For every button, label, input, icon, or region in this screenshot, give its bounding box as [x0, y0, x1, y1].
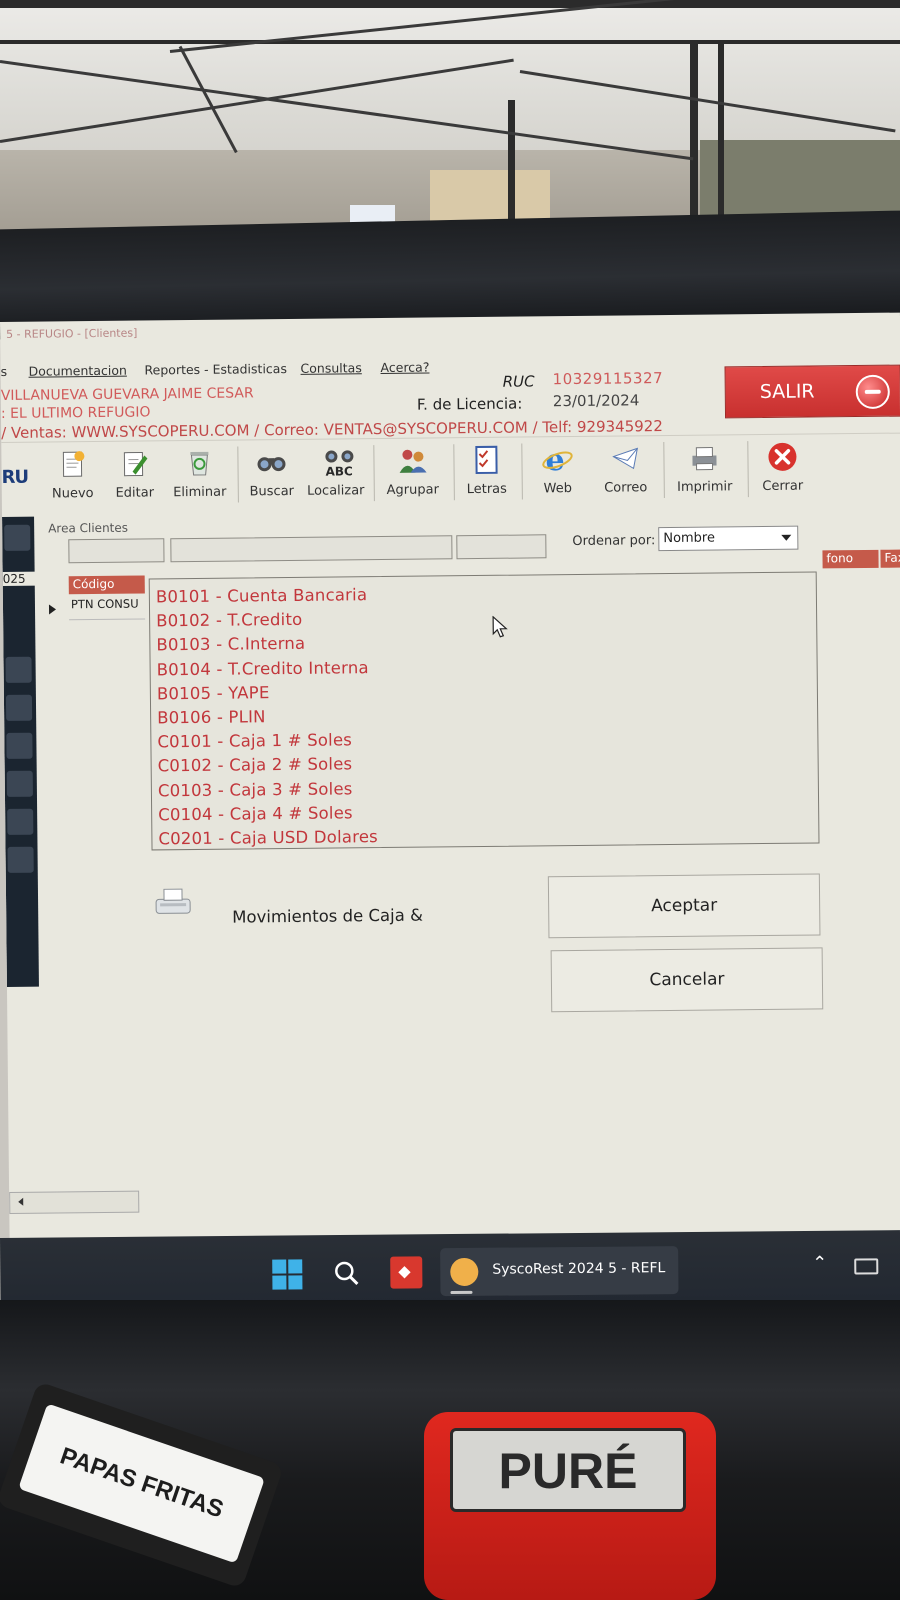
checklist-icon	[470, 444, 502, 476]
taskbar-app-syscorest[interactable]: SyscoRest 2024 5 - REFL	[440, 1246, 679, 1297]
toolbar-separator	[453, 444, 455, 501]
stamp-label: PURÉ	[450, 1428, 686, 1512]
letters-button[interactable]: Letras	[463, 438, 510, 508]
cancel-button[interactable]: Cancelar	[550, 947, 824, 1013]
menu-item-documentacion[interactable]: Documentacion	[28, 363, 126, 379]
search-button-label: Buscar	[249, 483, 295, 500]
toolbar-separator	[747, 441, 749, 498]
close-button-label: Cerrar	[762, 478, 804, 495]
menu-item-acerca[interactable]: Acerca?	[380, 360, 429, 376]
chevron-down-icon	[781, 534, 792, 541]
active-indicator	[450, 1290, 473, 1295]
exit-button[interactable]: SALIR	[724, 364, 900, 419]
chevron-up-icon[interactable]: ⌃	[812, 1253, 827, 1274]
print-button-label: Imprimir	[677, 479, 733, 495]
abc-binoculars-icon: ABC	[319, 445, 354, 479]
minus-circle-icon	[855, 374, 890, 410]
accept-button[interactable]: Aceptar	[547, 873, 821, 939]
edit-button[interactable]: Editar	[111, 441, 158, 511]
group-button-label: Agrupar	[386, 482, 440, 498]
menu-item-reportes[interactable]: Reportes - Estadisticas	[144, 361, 287, 377]
email-button[interactable]: Correo	[599, 436, 652, 507]
client-doc-field[interactable]	[456, 534, 547, 560]
brand-logo: RU	[1, 466, 29, 488]
clients-grid: Código PTN CONSU	[39, 575, 148, 626]
main-toolbar: RU Nuevo Editar Eliminar Buscar ABC Loca…	[1, 432, 900, 512]
grid-header-code[interactable]: Código	[68, 575, 145, 595]
stamp-pure: PURÉ	[424, 1412, 716, 1600]
search-icon[interactable]	[332, 1259, 360, 1287]
web-button-label: Web	[543, 481, 573, 497]
toolbar-separator	[373, 445, 375, 502]
left-sidebar	[2, 516, 39, 987]
table-row[interactable]: PTN CONSU	[68, 593, 146, 621]
recycle-bin-icon	[183, 447, 215, 479]
binoculars-icon	[255, 446, 287, 478]
horizontal-scrollbar[interactable]	[9, 1190, 140, 1214]
taskbar-app-label: SyscoRest 2024 5 - REFL	[492, 1260, 666, 1278]
toolbar-separator	[663, 442, 665, 499]
locate-button[interactable]: ABC Localizar	[303, 439, 368, 510]
area-clients-label: Area Clientes	[48, 520, 129, 536]
edit-document-icon	[118, 447, 150, 479]
sidebar-year: 025	[2, 571, 37, 586]
letters-button-label: Letras	[466, 481, 507, 498]
print-button[interactable]: Imprimir	[671, 435, 738, 506]
internet-explorer-icon: e	[541, 443, 573, 478]
order-by-label: Ordenar por:	[572, 533, 656, 550]
license-value: 23/01/2024	[552, 391, 640, 411]
group-button[interactable]: Agrupar	[381, 438, 444, 509]
windows-taskbar: SyscoRest 2024 5 - REFL ⌃	[0, 1230, 900, 1308]
cash-register-icon	[152, 885, 194, 917]
client-name-field[interactable]	[170, 535, 453, 563]
ruc-value: 10329115327	[552, 369, 664, 389]
close-button[interactable]: Cerrar	[757, 435, 808, 506]
web-button[interactable]: e Web	[535, 437, 580, 507]
ruc-label: RUC	[502, 372, 535, 391]
dialog-title: Movimientos de Caja &	[232, 905, 424, 927]
client-code-field[interactable]	[68, 538, 165, 564]
new-button-label: Nuevo	[51, 486, 94, 502]
keyboard-icon[interactable]	[854, 1258, 879, 1275]
toolbar-separator	[237, 446, 239, 503]
locate-button-label: Localizar	[306, 483, 365, 499]
accounts-list[interactable]: B0101 - Cuenta Bancaria B0102 - T.Credit…	[148, 571, 820, 851]
owner-name: VILLANUEVA GUEVARA JAIME CESAR	[0, 385, 254, 404]
anydesk-icon[interactable]	[390, 1256, 423, 1289]
syscorest-app-icon	[450, 1257, 479, 1287]
delete-button-label: Eliminar	[173, 484, 227, 501]
new-button[interactable]: Nuevo	[49, 442, 96, 512]
menu-item-consultas[interactable]: Consultas	[300, 360, 361, 376]
business-name: : EL ULTIMO REFUGIO	[0, 404, 151, 422]
printer-icon	[688, 441, 720, 473]
edit-button-label: Editar	[115, 485, 155, 501]
grid-header-phone[interactable]: fono	[822, 549, 879, 569]
license-label: F. de Licencia:	[416, 394, 523, 414]
app-window: 5 - REFUGIO - [Clientes] s Documentacion…	[0, 312, 900, 1240]
grid-header-fax[interactable]: Fax	[880, 549, 900, 568]
order-by-select[interactable]: Nombre	[658, 525, 799, 552]
delete-button[interactable]: Eliminar	[171, 441, 228, 512]
toolbar-separator	[521, 443, 523, 500]
close-icon	[766, 441, 798, 473]
mouse-pointer-icon	[492, 615, 508, 638]
scroll-left-arrow-icon[interactable]	[18, 1197, 24, 1206]
users-group-icon	[396, 445, 428, 477]
menu-item-s[interactable]: s	[0, 364, 7, 379]
email-envelope-icon	[609, 442, 641, 474]
clients-grid-right: fono Fax	[822, 549, 900, 601]
new-document-icon	[56, 448, 88, 480]
search-button[interactable]: Buscar	[245, 440, 298, 511]
order-by-value: Nombre	[663, 530, 716, 547]
windows-start-icon[interactable]	[272, 1259, 303, 1290]
email-button-label: Correo	[604, 480, 648, 496]
row-pointer-icon	[48, 604, 57, 615]
svg-text:ABC: ABC	[326, 464, 354, 477]
exit-button-label: SALIR	[759, 380, 815, 404]
